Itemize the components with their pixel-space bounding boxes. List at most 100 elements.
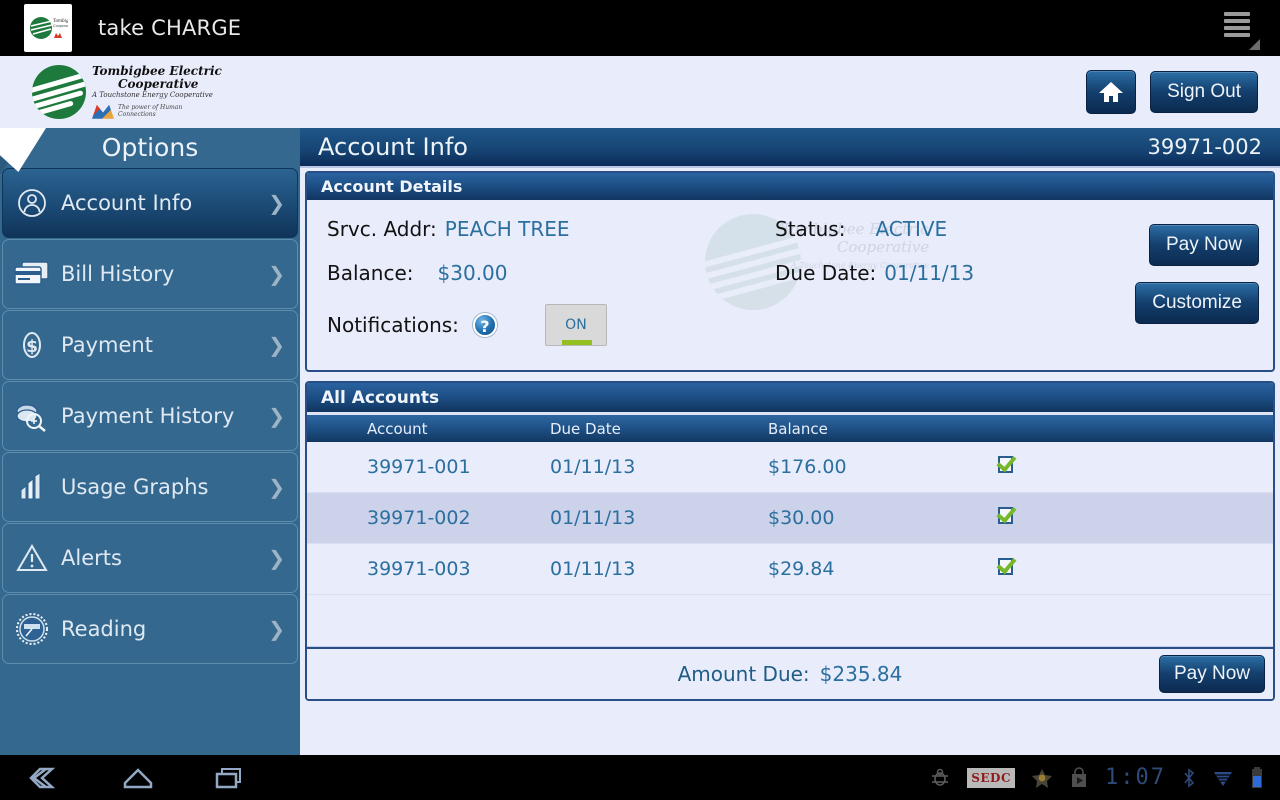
table-row[interactable]: 39971-001 01/11/13 $176.00 (307, 442, 1273, 493)
meter-gauge-icon (3, 613, 61, 645)
row-checkbox[interactable] (998, 507, 1013, 524)
status-icons: SEDC 1:07 (929, 765, 1264, 790)
customize-button[interactable]: Customize (1135, 282, 1259, 324)
chevron-right-icon: ❯ (268, 262, 285, 286)
hamburger-menu-icon[interactable] (1224, 12, 1260, 50)
sidebar-item-label: Account Info (61, 191, 193, 215)
home-button[interactable] (1086, 70, 1137, 114)
chevron-right-icon: ❯ (268, 404, 285, 428)
android-app-title: take CHARGE (98, 16, 242, 40)
battery-icon (1252, 766, 1262, 788)
warning-triangle-icon (3, 543, 61, 573)
accounts-table-footer: Amount Due: $235.84 Pay Now (307, 647, 1273, 699)
chevron-right-icon: ❯ (268, 546, 285, 570)
svg-text:$: $ (26, 337, 38, 357)
sidebar-title: Options (101, 133, 199, 162)
amount-due-label: Amount Due: (677, 662, 810, 686)
detail-row-notifications: Notifications: ? ON (327, 302, 1253, 348)
nav-buttons (26, 765, 250, 791)
row-checkbox[interactable] (998, 456, 1013, 473)
svg-text:Cooperative: Cooperative (53, 24, 68, 28)
pay-now-button[interactable]: Pay Now (1148, 224, 1259, 266)
page-account-number: 39971-002 (1147, 135, 1262, 159)
brand-tagline: A Touchstone Energy Cooperative (92, 91, 213, 100)
account-details-grid: Srvc. Addr: PEACH TREE Status: ACTIVE Ba… (307, 200, 1273, 370)
cell-balance: $29.84 (768, 558, 835, 580)
chevron-right-icon: ❯ (268, 617, 285, 641)
recent-apps-icon[interactable] (210, 765, 250, 791)
cell-account: 39971-002 (367, 507, 471, 529)
sidebar: Options Account Info ❯ Bill History ❯ $ Payme… (0, 128, 300, 755)
notifications-toggle[interactable]: ON (544, 304, 607, 346)
home-icon (1099, 82, 1124, 102)
sidebar-item-alerts[interactable]: Alerts ❯ (2, 523, 298, 593)
chevron-right-icon: ❯ (268, 333, 285, 357)
cell-account: 39971-001 (367, 456, 471, 478)
notifications-toggle-label: ON (565, 317, 587, 333)
cell-balance: $30.00 (768, 507, 835, 529)
service-address-value: PEACH TREE (444, 217, 570, 241)
bar-chart-icon (3, 472, 61, 502)
notifications-label: Notifications: (327, 313, 459, 337)
account-details-title: Account Details (307, 173, 1273, 200)
detail-row-address: Srvc. Addr: PEACH TREE Status: ACTIVE (327, 214, 1253, 244)
sidebar-item-payment[interactable]: $ Payment ❯ (2, 310, 298, 380)
android-title-bar: Tombigbee Cooperative take CHARGE (0, 0, 1280, 56)
back-arrow-icon[interactable] (26, 765, 66, 791)
money-search-icon (3, 400, 61, 432)
sign-out-button[interactable]: Sign Out (1150, 71, 1258, 113)
pay-now-total-button[interactable]: Pay Now (1158, 655, 1265, 693)
touchstone-line2: Connections (118, 110, 156, 118)
sidebar-item-usage-graphs[interactable]: Usage Graphs ❯ (2, 452, 298, 522)
brand-name-line2: Cooperative (118, 76, 199, 91)
home-outline-icon[interactable] (118, 765, 158, 791)
accounts-table-body: 39971-001 01/11/13 $176.00 39971-002 01/11/1… (307, 442, 1273, 595)
brand-name-line1: Tombigbee Electric (92, 64, 222, 79)
row-checkbox[interactable] (998, 558, 1013, 575)
table-row[interactable]: 39971-002 01/11/13 $30.00 (307, 493, 1273, 544)
all-accounts-title: All Accounts (307, 383, 1273, 412)
brand-logo: Tombigbee Electric Cooperative A Touchst… (32, 65, 222, 119)
service-address-label: Srvc. Addr: (327, 217, 437, 241)
touchstone-energy-icon (92, 104, 114, 119)
sidebar-item-payment-history[interactable]: Payment History ❯ (2, 381, 298, 451)
account-details-panel: Account Details Tombigbee Electric Coope… (305, 171, 1275, 372)
sidebar-item-label: Reading (61, 617, 147, 641)
chevron-right-icon: ❯ (268, 475, 285, 499)
main-content: Account Info 39971-002 Account Details T… (300, 128, 1280, 755)
sidebar-item-list: Account Info ❯ Bill History ❯ $ Payment ❯ Payme… (0, 168, 300, 664)
sidebar-item-account-info[interactable]: Account Info ❯ (2, 168, 298, 238)
cell-due-date: 01/11/13 (550, 456, 636, 478)
sidebar-item-label: Payment History (61, 404, 235, 428)
column-header-due-date: Due Date (550, 419, 621, 438)
bluetooth-icon (1184, 767, 1195, 788)
cell-balance: $176.00 (768, 456, 847, 478)
status-clock: 1:07 (1105, 765, 1166, 790)
sedc-app-icon: SEDC (967, 767, 1016, 788)
due-date-label: Due Date: (775, 261, 877, 285)
status-value: ACTIVE (875, 217, 948, 241)
question-help-icon[interactable]: ? (472, 313, 497, 337)
sidebar-item-bill-history[interactable]: Bill History ❯ (2, 239, 298, 309)
cell-select (998, 558, 1273, 580)
accounts-table-header: Account Due Date Balance (307, 412, 1273, 442)
star-icon (1032, 768, 1053, 788)
sidebar-item-label: Bill History (61, 262, 175, 286)
svg-text:Tombigbee: Tombigbee (53, 18, 68, 23)
app-launcher-icon: Tombigbee Cooperative (24, 4, 72, 52)
cell-due-date: 01/11/13 (550, 507, 636, 529)
cell-select (998, 456, 1273, 478)
table-row[interactable]: 39971-003 01/11/13 $29.84 (307, 544, 1273, 595)
page-title: Account Info (318, 133, 468, 161)
sidebar-item-label: Payment (61, 333, 153, 357)
detail-row-balance: Balance: $30.00 Due Date: 01/11/13 (327, 258, 1253, 288)
page-header: Account Info 39971-002 (300, 128, 1280, 168)
chevron-right-icon: ❯ (268, 191, 285, 215)
sidebar-item-reading[interactable]: Reading ❯ (2, 594, 298, 664)
due-date-value: 01/11/13 (884, 261, 975, 285)
wifi-icon (1214, 771, 1232, 786)
table-row-empty (307, 595, 1273, 647)
column-header-account: Account (367, 419, 428, 438)
amount-due-value: $235.84 (819, 662, 903, 686)
balance-value: $30.00 (437, 261, 508, 285)
